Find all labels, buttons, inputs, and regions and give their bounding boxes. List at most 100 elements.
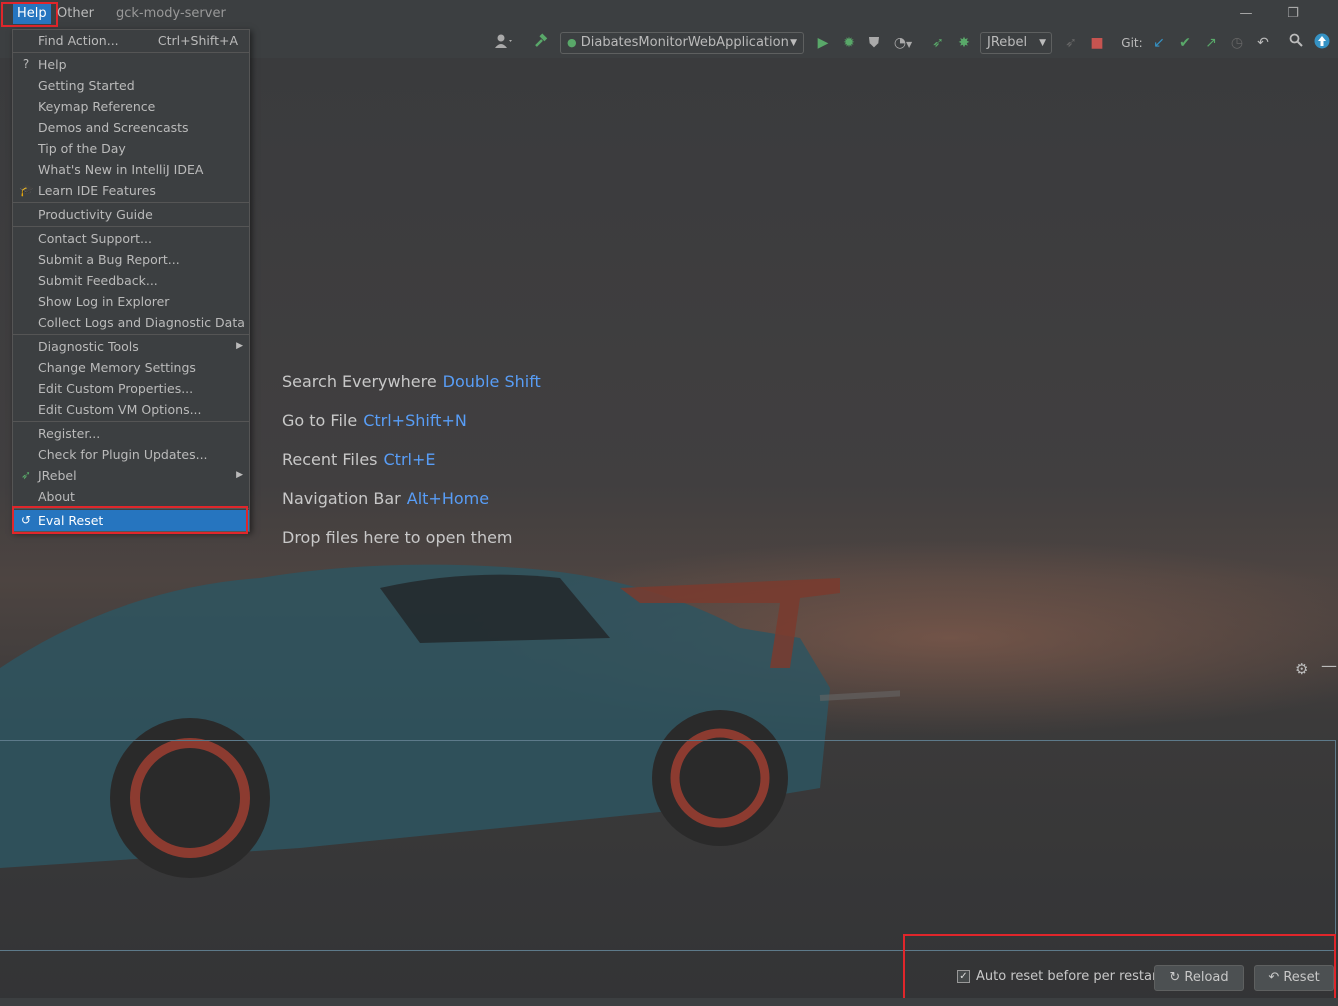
menu-item-label: Check for Plugin Updates... [38, 447, 208, 462]
menu-item-show-log[interactable]: Show Log in Explorer [13, 291, 249, 312]
title-bar: Help Other gck-mody-server — ❐ [0, 0, 1338, 29]
checkbox-check-icon[interactable]: ✓ [957, 970, 970, 983]
menu-item-memory-settings[interactable]: Change Memory Settings [13, 357, 249, 378]
jrebel-select-label: JRebel [987, 35, 1028, 50]
menu-item-label: Submit Feedback... [38, 273, 158, 288]
reset-button-label: Reset [1283, 970, 1320, 985]
menu-item-jrebel[interactable]: ➶ JRebel ▶ [13, 465, 249, 486]
menu-item-label: Show Log in Explorer [38, 294, 170, 309]
search-icon[interactable] [1287, 33, 1305, 53]
run-configuration-select[interactable]: ● DiabatesMonitorWebApplication ▼ [560, 32, 804, 54]
jrebel-icon: ➶ [20, 468, 32, 482]
git-update-icon[interactable]: ↙ [1150, 33, 1168, 53]
status-bar [0, 998, 1338, 1006]
rollback-icon[interactable]: ↶ [1254, 33, 1272, 53]
profiler-icon[interactable]: ◔▼ [888, 33, 918, 53]
hint-recent-files: Recent Files Ctrl+E [282, 450, 541, 489]
jrebel-select[interactable]: JRebel ▼ [980, 32, 1052, 54]
git-push-icon[interactable]: ↗ [1202, 33, 1220, 53]
project-title: gck-mody-server [116, 6, 226, 21]
menu-item-custom-vm-options[interactable]: Edit Custom VM Options... [13, 399, 249, 420]
auto-reset-checkbox[interactable]: ✓ Auto reset before per restart [957, 969, 1162, 984]
graduation-cap-icon: 🎓 [19, 183, 34, 197]
hide-panel-icon[interactable]: — [1321, 656, 1337, 675]
menu-separator [13, 334, 249, 335]
menu-item-contact-support[interactable]: Contact Support... [13, 228, 249, 249]
reload-button[interactable]: ↻ Reload [1154, 965, 1244, 991]
menu-item-label: Register... [38, 426, 101, 441]
git-commit-check-icon[interactable]: ✔ [1176, 33, 1194, 53]
hint-shortcut: Alt+Home [406, 489, 490, 508]
run-icon[interactable]: ▶ [814, 33, 832, 53]
hint-search-everywhere: Search Everywhere Double Shift [282, 372, 541, 411]
highlight-outline-eval-reset [12, 506, 248, 534]
hint-label: Search Everywhere [282, 372, 437, 391]
git-label: Git: [1121, 36, 1143, 50]
menu-item-label: Change Memory Settings [38, 360, 196, 375]
menu-item-tip-of-day[interactable]: Tip of the Day [13, 138, 249, 159]
menu-item-label: Tip of the Day [38, 141, 126, 156]
menu-item-label: JRebel [38, 468, 77, 483]
run-configuration-label: DiabatesMonitorWebApplication [580, 35, 789, 50]
background-car-image [0, 564, 900, 878]
menu-item-whats-new[interactable]: What's New in IntelliJ IDEA [13, 159, 249, 180]
menu-separator [13, 421, 249, 422]
gear-icon[interactable]: ⚙ [1295, 660, 1308, 678]
menu-item-label: About [38, 489, 75, 504]
jrebel-disabled-icon: ➶ [1065, 35, 1077, 51]
menu-item-label: Edit Custom Properties... [38, 381, 194, 396]
menu-item-keymap-reference[interactable]: Keymap Reference [13, 96, 249, 117]
menu-item-submit-feedback[interactable]: Submit Feedback... [13, 270, 249, 291]
highlight-outline-help [1, 2, 58, 27]
menu-item-collect-logs[interactable]: Collect Logs and Diagnostic Data [13, 312, 249, 333]
menu-item-label: Demos and Screencasts [38, 120, 189, 135]
menu-item-diagnostic-tools[interactable]: Diagnostic Tools ▶ [13, 336, 249, 357]
submenu-arrow-icon: ▶ [236, 470, 243, 480]
auto-reset-label: Auto reset before per restart [976, 969, 1163, 984]
hint-drop-files: Drop files here to open them [282, 528, 513, 547]
menu-item-label: Keymap Reference [38, 99, 156, 114]
update-available-icon[interactable] [1312, 33, 1332, 53]
jrebel-debug-icon[interactable]: ✸ [955, 33, 973, 53]
tool-window-border-right [1335, 740, 1336, 951]
hint-label: Go to File [282, 411, 358, 430]
menu-item-custom-properties[interactable]: Edit Custom Properties... [13, 378, 249, 399]
menu-item-label: What's New in IntelliJ IDEA [38, 162, 204, 177]
menu-item-getting-started[interactable]: Getting Started [13, 75, 249, 96]
debug-bug-icon[interactable]: ✹ [840, 33, 858, 53]
hint-label: Navigation Bar [282, 489, 401, 508]
build-hammer-icon[interactable] [531, 33, 551, 53]
menu-item-find-action[interactable]: Find Action... Ctrl+Shift+A [13, 30, 249, 51]
jrebel-run-icon[interactable]: ➶ [929, 33, 947, 53]
spring-icon: ● [567, 36, 577, 49]
menu-separator [13, 226, 249, 227]
menu-item-productivity-guide[interactable]: Productivity Guide [13, 204, 249, 225]
menu-item-label: Help [38, 57, 67, 72]
coverage-shield-icon[interactable]: ⛊ [865, 33, 883, 53]
hint-label: Recent Files [282, 450, 378, 469]
menu-item-label: Productivity Guide [38, 207, 153, 222]
editor-hints: Search Everywhere Double Shift Go to File… [282, 372, 541, 567]
help-menu-dropdown: Find Action... Ctrl+Shift+A ? Help Getti… [12, 29, 250, 532]
menu-item-label: Collect Logs and Diagnostic Data [38, 315, 245, 330]
window-restore-button[interactable]: ❐ [1283, 4, 1303, 24]
reload-button-label: Reload [1184, 970, 1229, 985]
stop-icon[interactable]: ■ [1088, 33, 1106, 53]
menu-item-label: Contact Support... [38, 231, 152, 246]
history-clock-icon[interactable]: ◷ [1228, 33, 1246, 53]
hint-navigation-bar: Navigation Bar Alt+Home [282, 489, 541, 528]
menu-item-submit-bug[interactable]: Submit a Bug Report... [13, 249, 249, 270]
user-icon[interactable] [490, 33, 518, 53]
menu-item-demos[interactable]: Demos and Screencasts [13, 117, 249, 138]
question-icon: ? [22, 57, 30, 71]
menu-item-register[interactable]: Register... [13, 423, 249, 444]
menu-item-learn-ide[interactable]: 🎓 Learn IDE Features [13, 180, 249, 201]
reset-button[interactable]: ↶ Reset [1254, 965, 1334, 991]
menu-item-label: Getting Started [38, 78, 135, 93]
menu-other[interactable]: Other [57, 4, 94, 24]
menu-item-help[interactable]: ? Help [13, 54, 249, 75]
window-minimize-button[interactable]: — [1236, 4, 1256, 24]
menu-item-label: Diagnostic Tools [38, 339, 139, 354]
menu-item-about[interactable]: About [13, 486, 249, 507]
menu-item-plugin-updates[interactable]: Check for Plugin Updates... [13, 444, 249, 465]
